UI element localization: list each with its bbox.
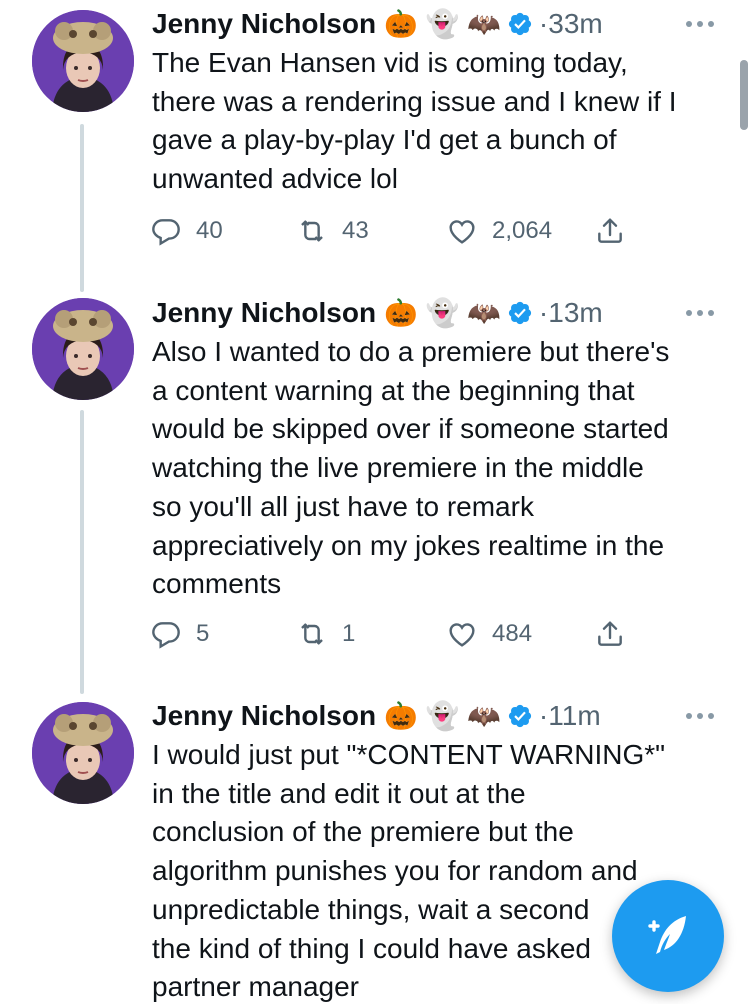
more-icon[interactable]	[686, 712, 714, 720]
pumpkin-emoji: 🎃	[384, 700, 418, 731]
like-count: 2,064	[492, 217, 553, 244]
reply-count: 5	[196, 620, 210, 647]
retweet-count: 1	[342, 620, 356, 647]
separator-dot: ·	[538, 297, 549, 328]
tweet-text: The Evan Hansen vid is coming today, the…	[152, 47, 677, 195]
tweet-thread: Jenny Nicholson 🎃 👻 🦇 · 33m The Evan Han…	[0, 0, 750, 1004]
pumpkin-emoji: 🎃	[384, 297, 418, 328]
tweet-timestamp[interactable]: 13m	[548, 297, 602, 329]
ghost-emoji: 👻	[425, 297, 460, 328]
verified-badge-icon	[508, 301, 532, 325]
compose-tweet-icon	[648, 916, 686, 954]
share-icon	[598, 218, 622, 243]
tweet-timestamp[interactable]: 33m	[548, 8, 602, 40]
reply-count: 40	[196, 217, 223, 244]
author-name[interactable]: Jenny Nicholson	[152, 8, 376, 40]
retweet-icon	[301, 220, 323, 242]
author-name[interactable]: Jenny Nicholson	[152, 700, 376, 732]
tweet-actions: 5 1 484	[150, 616, 640, 652]
like-count: 484	[492, 620, 533, 647]
tweet-header: Jenny Nicholson 🎃 👻 🦇 · 13m	[152, 293, 603, 333]
more-icon[interactable]	[686, 20, 714, 28]
thread-connector	[80, 410, 84, 694]
thread-connector	[80, 124, 84, 292]
like-button[interactable]: 484	[446, 616, 532, 652]
reply-button[interactable]: 5	[150, 616, 209, 652]
retweet-button[interactable]: 43	[296, 213, 369, 249]
separator-dot: ·	[538, 8, 549, 39]
share-button[interactable]	[594, 616, 640, 652]
more-icon[interactable]	[686, 309, 714, 317]
heart-icon	[449, 220, 475, 244]
share-button[interactable]	[594, 213, 640, 249]
avatar[interactable]	[32, 10, 134, 112]
avatar[interactable]	[32, 298, 134, 400]
like-button[interactable]: 2,064	[446, 213, 552, 249]
retweet-button[interactable]: 1	[296, 616, 355, 652]
retweet-count: 43	[342, 217, 369, 244]
verified-badge-icon	[508, 704, 532, 728]
scrollbar[interactable]	[740, 60, 748, 130]
ghost-emoji: 👻	[425, 700, 460, 731]
reply-icon	[152, 219, 180, 246]
author-name[interactable]: Jenny Nicholson	[152, 297, 376, 329]
verified-badge-icon	[508, 12, 532, 36]
tweet-header: Jenny Nicholson 🎃 👻 🦇 · 33m	[152, 4, 603, 44]
bat-emoji: 🦇	[467, 8, 501, 39]
tweet-header: Jenny Nicholson 🎃 👻 🦇 · 11m	[152, 696, 601, 736]
share-icon	[598, 621, 622, 646]
avatar[interactable]	[32, 702, 134, 804]
heart-icon	[449, 623, 475, 647]
separator-dot: ·	[538, 700, 549, 731]
reply-button[interactable]: 40	[150, 213, 223, 249]
bat-emoji: 🦇	[467, 700, 501, 731]
retweet-icon	[301, 623, 323, 645]
bat-emoji: 🦇	[467, 297, 501, 328]
tweet-timestamp[interactable]: 11m	[548, 700, 600, 732]
ghost-emoji: 👻	[425, 8, 460, 39]
tweet-text: Also I wanted to do a premiere but there…	[152, 336, 670, 600]
compose-tweet-button[interactable]	[612, 880, 724, 992]
tweet-actions: 40 43 2,064	[150, 213, 640, 249]
pumpkin-emoji: 🎃	[384, 8, 418, 39]
reply-icon	[152, 622, 180, 649]
